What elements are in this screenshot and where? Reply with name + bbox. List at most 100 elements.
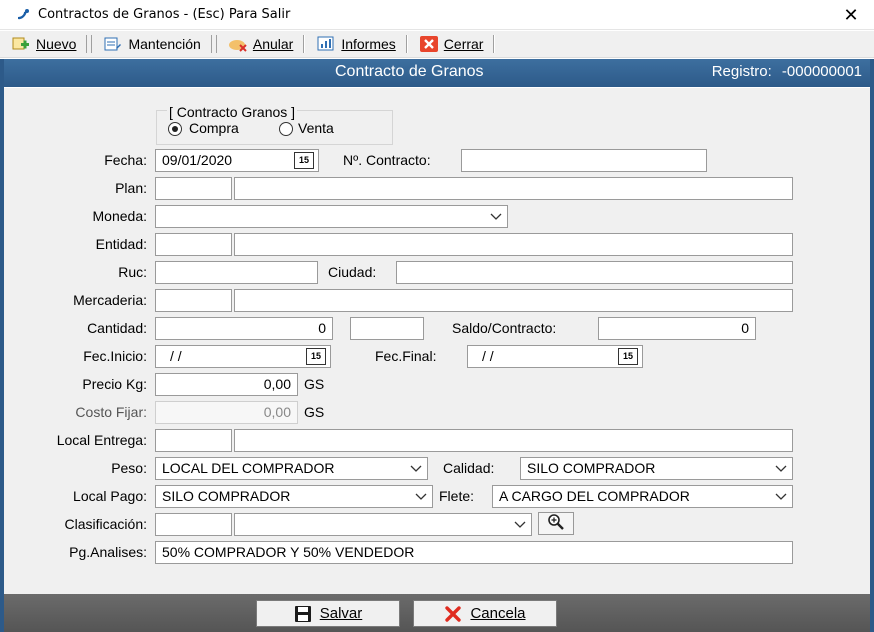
window-frame-right [870, 59, 874, 632]
fec-inicio-input[interactable]: / / 15 [155, 345, 331, 368]
mantencion-label: Mantención [128, 36, 201, 52]
contracto-input[interactable] [461, 149, 707, 172]
local-pago-label: Local Pago: [73, 488, 147, 504]
precio-input[interactable]: 0,00 [155, 373, 298, 396]
calendar-icon[interactable]: 15 [294, 152, 314, 169]
cancel-x-icon [444, 605, 462, 623]
local-entrega-name-input[interactable] [234, 429, 793, 452]
app-icon [8, 0, 38, 30]
informes-label: Informes [341, 36, 396, 52]
zoom-in-icon [546, 513, 566, 534]
cancela-label: Cancela [470, 605, 526, 622]
local-entrega-code-input[interactable] [155, 429, 232, 452]
zoom-search-button[interactable] [538, 512, 574, 535]
form-area: [ Contracto Granos ] Compra Venta Fecha:… [4, 88, 870, 594]
contracto-label: Nº. Contracto: [343, 152, 431, 168]
nuevo-label: Nuevo [36, 36, 77, 52]
fec-final-input[interactable]: / / 15 [467, 345, 643, 368]
costo-label: Costo Fijar: [75, 404, 147, 420]
entidad-code-input[interactable] [155, 233, 232, 256]
toolbar: Nuevo Mantención Anular Informes Cerrar [0, 31, 874, 58]
cerrar-button[interactable]: Cerrar [414, 32, 488, 56]
precio-unit: GS [304, 376, 325, 392]
pg-analises-input[interactable]: 50% COMPRADOR Y 50% VENDEDOR [155, 541, 793, 564]
plan-code-input[interactable] [155, 177, 232, 200]
registro-value: -000000001 [781, 63, 862, 80]
close-x-icon [418, 35, 440, 53]
peso-value: LOCAL DEL COMPRADOR [162, 460, 335, 476]
cerrar-label: Cerrar [443, 36, 484, 52]
cantidad-input[interactable]: 0 [155, 317, 333, 340]
local-entrega-label: Local Entrega: [56, 432, 147, 448]
calendar-icon[interactable]: 15 [618, 348, 638, 365]
anular-label: Anular [252, 36, 294, 52]
pg-analises-label: Pg.Analises: [69, 544, 147, 560]
precio-label: Precio Kg: [82, 376, 147, 392]
peso-select[interactable]: LOCAL DEL COMPRADOR [155, 457, 428, 480]
local-pago-value: SILO COMPRADOR [162, 488, 291, 504]
salvar-label: Salvar [319, 605, 363, 622]
saldo-input[interactable]: 0 [598, 317, 756, 340]
ciudad-input[interactable] [396, 261, 793, 284]
save-disk-icon [294, 605, 312, 623]
close-button[interactable]: ✕ [828, 0, 874, 30]
fec-final-label: Fec.Final: [375, 348, 437, 364]
report-chart-icon [315, 35, 337, 53]
mercaderia-label: Mercaderia: [73, 292, 147, 308]
cancela-button[interactable]: Cancela [413, 600, 557, 627]
toolbar-separator [303, 35, 306, 53]
fec-final-value: / / [482, 348, 494, 364]
salvar-button[interactable]: Salvar [256, 600, 400, 627]
radio-compra[interactable] [168, 122, 182, 136]
clasificacion-select[interactable] [234, 513, 532, 536]
ruc-label: Ruc: [118, 264, 147, 280]
entidad-name-input[interactable] [234, 233, 793, 256]
informes-button[interactable]: Informes [311, 32, 399, 56]
chevron-down-icon [489, 206, 503, 227]
toolbar-separator [210, 35, 217, 53]
toolbar-separator [493, 35, 496, 53]
registro-indicator: Registro: -000000001 [712, 63, 862, 80]
moneda-select[interactable] [155, 205, 508, 228]
toolbar-separator [405, 35, 408, 53]
radio-compra-label: Compra [189, 120, 239, 136]
eraser-icon [227, 35, 249, 53]
mantencion-button[interactable]: Mantención [98, 32, 204, 56]
chevron-down-icon [513, 514, 527, 535]
anular-button[interactable]: Anular [223, 32, 297, 56]
cantidad-unit-input[interactable] [350, 317, 424, 340]
bottom-action-bar: Salvar Cancela [4, 594, 870, 632]
header-band: Contracto de Granos Registro: -000000001 [0, 59, 874, 87]
fecha-label: Fecha: [104, 152, 147, 168]
title-bar: Contractos de Granos - (Esc) Para Salir … [0, 0, 874, 30]
calendar-icon[interactable]: 15 [306, 348, 326, 365]
calidad-value: SILO COMPRADOR [527, 460, 656, 476]
mercaderia-code-input[interactable] [155, 289, 232, 312]
group-title: [ Contracto Granos ] [167, 104, 298, 120]
flete-value: A CARGO DEL COMPRADOR [499, 488, 690, 504]
local-pago-select[interactable]: SILO COMPRADOR [155, 485, 433, 508]
cantidad-label: Cantidad: [87, 320, 147, 336]
clasificacion-code-input[interactable] [155, 513, 232, 536]
new-document-icon [10, 35, 32, 53]
radio-venta-label: Venta [298, 120, 334, 136]
costo-input: 0,00 [155, 401, 298, 424]
moneda-label: Moneda: [92, 208, 147, 224]
ruc-input[interactable] [155, 261, 318, 284]
plan-name-input[interactable] [234, 177, 793, 200]
entidad-label: Entidad: [95, 236, 147, 252]
radio-venta[interactable] [279, 122, 293, 136]
nuevo-button[interactable]: Nuevo [6, 32, 80, 56]
chevron-down-icon [774, 458, 788, 479]
toolbar-separator [86, 35, 93, 53]
costo-unit: GS [304, 404, 325, 420]
fecha-value: 09/01/2020 [162, 152, 233, 168]
ciudad-label: Ciudad: [328, 264, 377, 280]
mercaderia-name-input[interactable] [234, 289, 793, 312]
calidad-select[interactable]: SILO COMPRADOR [520, 457, 793, 480]
fecha-input[interactable]: 09/01/2020 15 [155, 149, 319, 172]
flete-select[interactable]: A CARGO DEL COMPRADOR [492, 485, 793, 508]
registro-label: Registro: [711, 63, 772, 80]
saldo-label: Saldo/Contracto: [452, 320, 557, 336]
plan-label: Plan: [115, 180, 147, 196]
